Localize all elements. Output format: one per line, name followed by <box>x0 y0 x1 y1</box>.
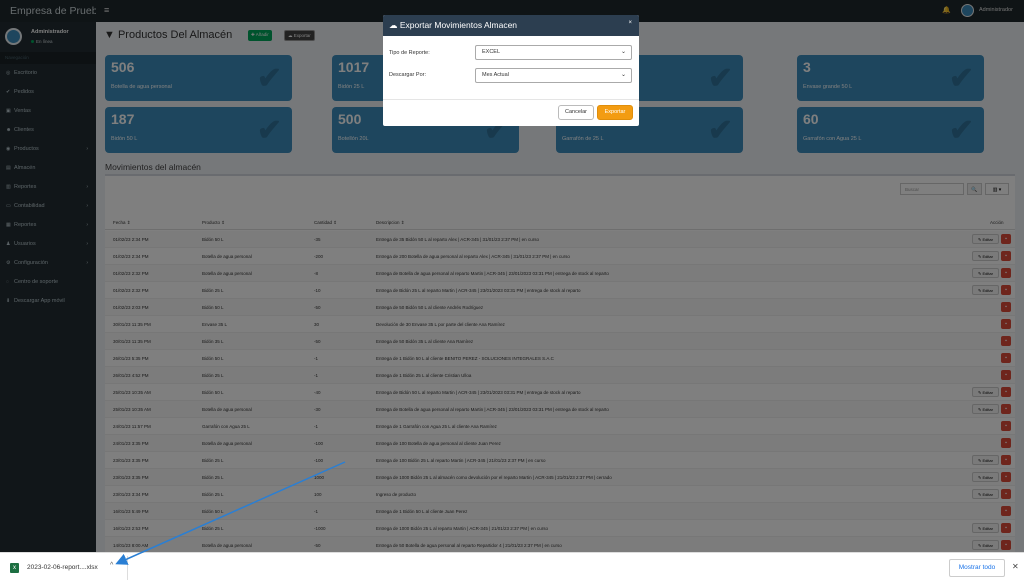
download-bar: x 2023-02-06-report....xlsx ^ Mostrar to… <box>0 552 1024 582</box>
cloud-icon: ☁ <box>389 20 400 30</box>
report-type-select[interactable]: EXCEL ⌄ <box>475 45 632 60</box>
download-file-name[interactable]: 2023-02-06-report....xlsx <box>27 564 98 571</box>
confirm-export-button[interactable]: Exportar <box>597 105 633 120</box>
show-all-button[interactable]: Mostrar todo <box>949 559 1005 577</box>
modal-title: Exportar Movimientos Almacen <box>399 20 518 30</box>
download-by-value: Mes Actual <box>482 72 509 78</box>
modal-header: ☁ Exportar Movimientos Almacen <box>383 15 639 36</box>
close-icon[interactable]: ✕ <box>1012 562 1019 571</box>
cancel-button[interactable]: Cancelar <box>558 105 594 120</box>
modal-divider <box>383 99 639 100</box>
chevron-down-icon: ⌄ <box>620 72 626 78</box>
report-type-label: Tipo de Reporte: <box>389 50 430 56</box>
chevron-up-icon[interactable]: ^ <box>110 562 113 569</box>
report-type-value: EXCEL <box>482 49 501 55</box>
download-by-label: Descargar Por: <box>389 72 426 78</box>
excel-file-icon[interactable]: x <box>10 563 19 573</box>
close-icon[interactable]: × <box>628 20 632 26</box>
export-modal: ☁ Exportar Movimientos Almacen × Tipo de… <box>383 15 639 126</box>
divider <box>127 556 128 580</box>
chevron-down-icon: ⌄ <box>620 49 626 55</box>
download-by-select[interactable]: Mes Actual ⌄ <box>475 68 632 83</box>
